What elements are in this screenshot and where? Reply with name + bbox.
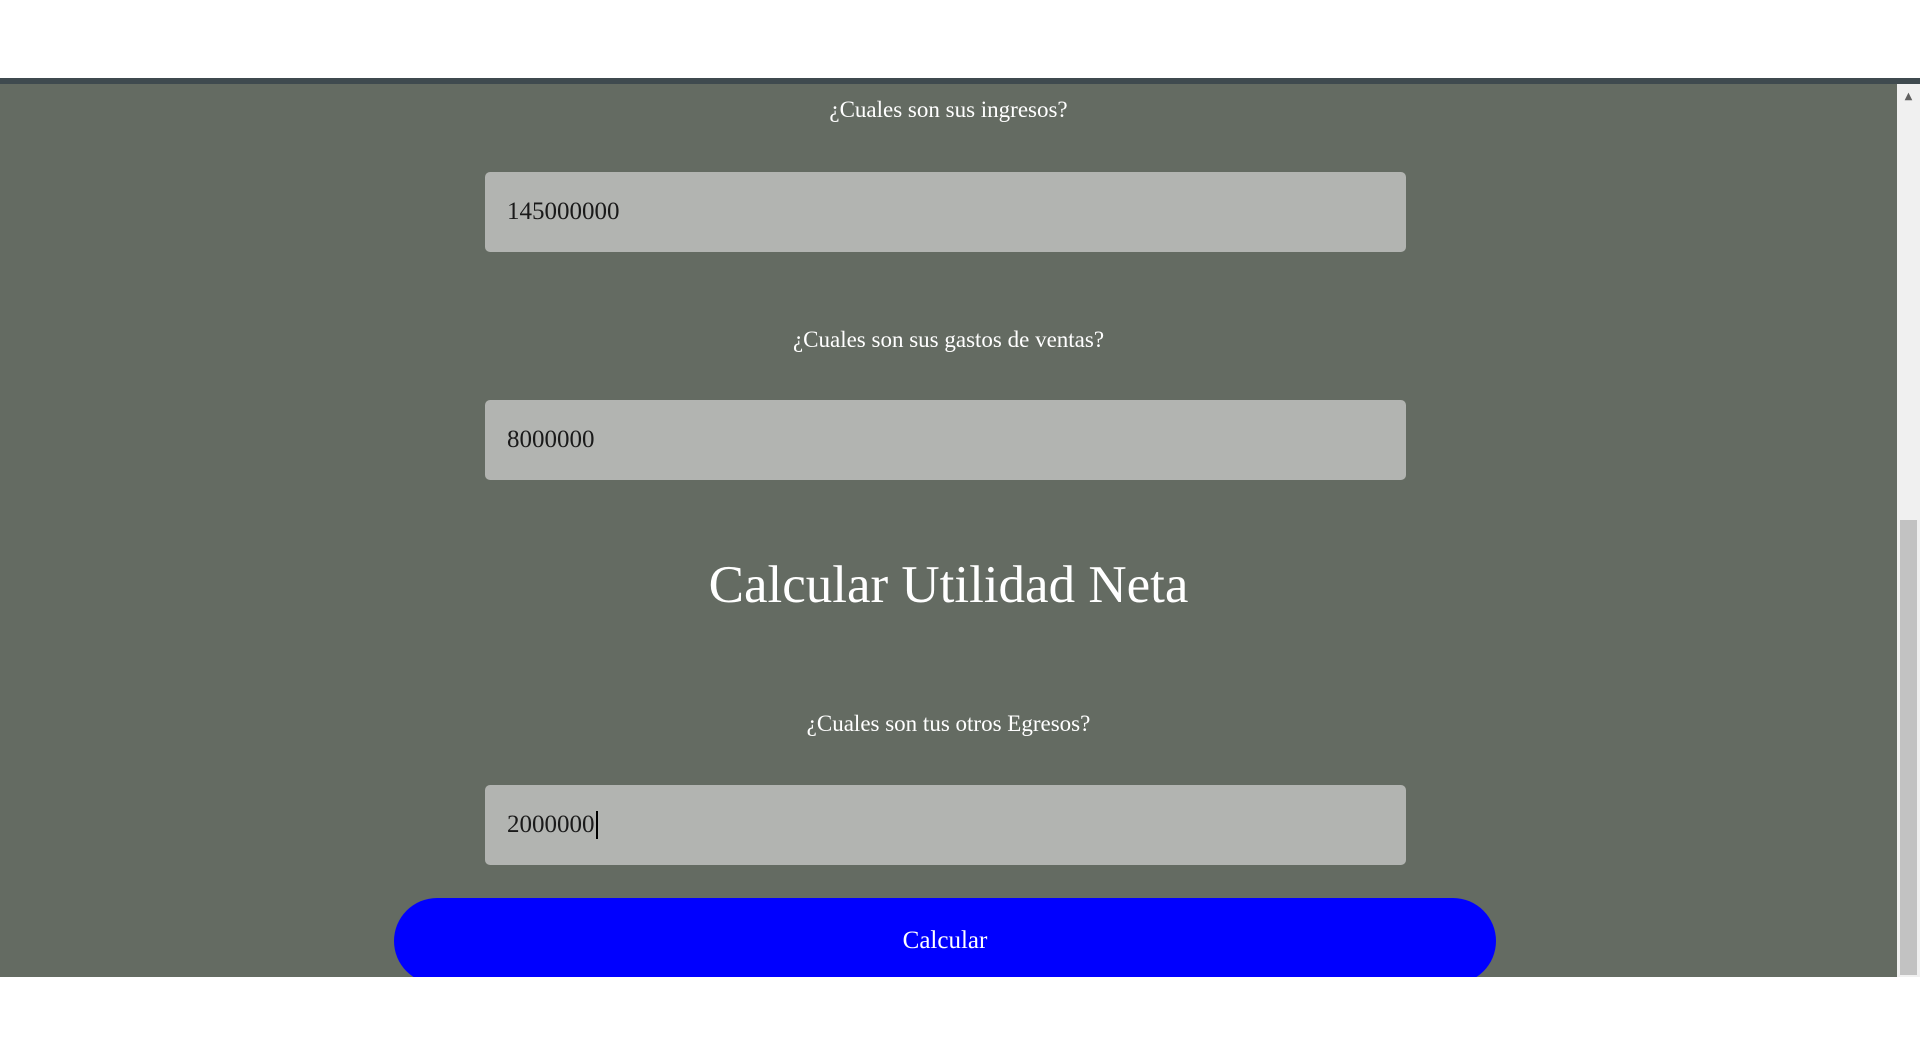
browser-top-area — [0, 0, 1920, 78]
gastos-ventas-input[interactable]: 8000000 — [485, 400, 1406, 480]
page-viewport: ¿Cuales son sus ingresos? 145000000 ¿Cua… — [0, 84, 1897, 977]
ingresos-label: ¿Cuales son sus ingresos? — [829, 97, 1068, 122]
vertical-scrollbar[interactable]: ▲ — [1897, 84, 1920, 977]
gastos-ventas-label: ¿Cuales son sus gastos de ventas? — [792, 327, 1105, 352]
otros-egresos-value: 2000000 — [507, 811, 595, 838]
scrollbar-thumb[interactable] — [1900, 520, 1917, 975]
section-heading: Calcular Utilidad Neta — [708, 556, 1189, 614]
arrow-up-icon[interactable]: ▲ — [1897, 88, 1920, 104]
ingresos-input[interactable]: 145000000 — [485, 172, 1406, 252]
gastos-ventas-value: 8000000 — [507, 426, 595, 453]
otros-egresos-label: ¿Cuales son tus otros Egresos? — [806, 711, 1091, 736]
browser-bottom-area — [0, 977, 1920, 1055]
text-caret — [595, 811, 598, 839]
calcular-button[interactable]: Calcular — [394, 898, 1496, 977]
ingresos-value: 145000000 — [507, 198, 620, 225]
otros-egresos-input[interactable]: 2000000 — [485, 785, 1406, 865]
